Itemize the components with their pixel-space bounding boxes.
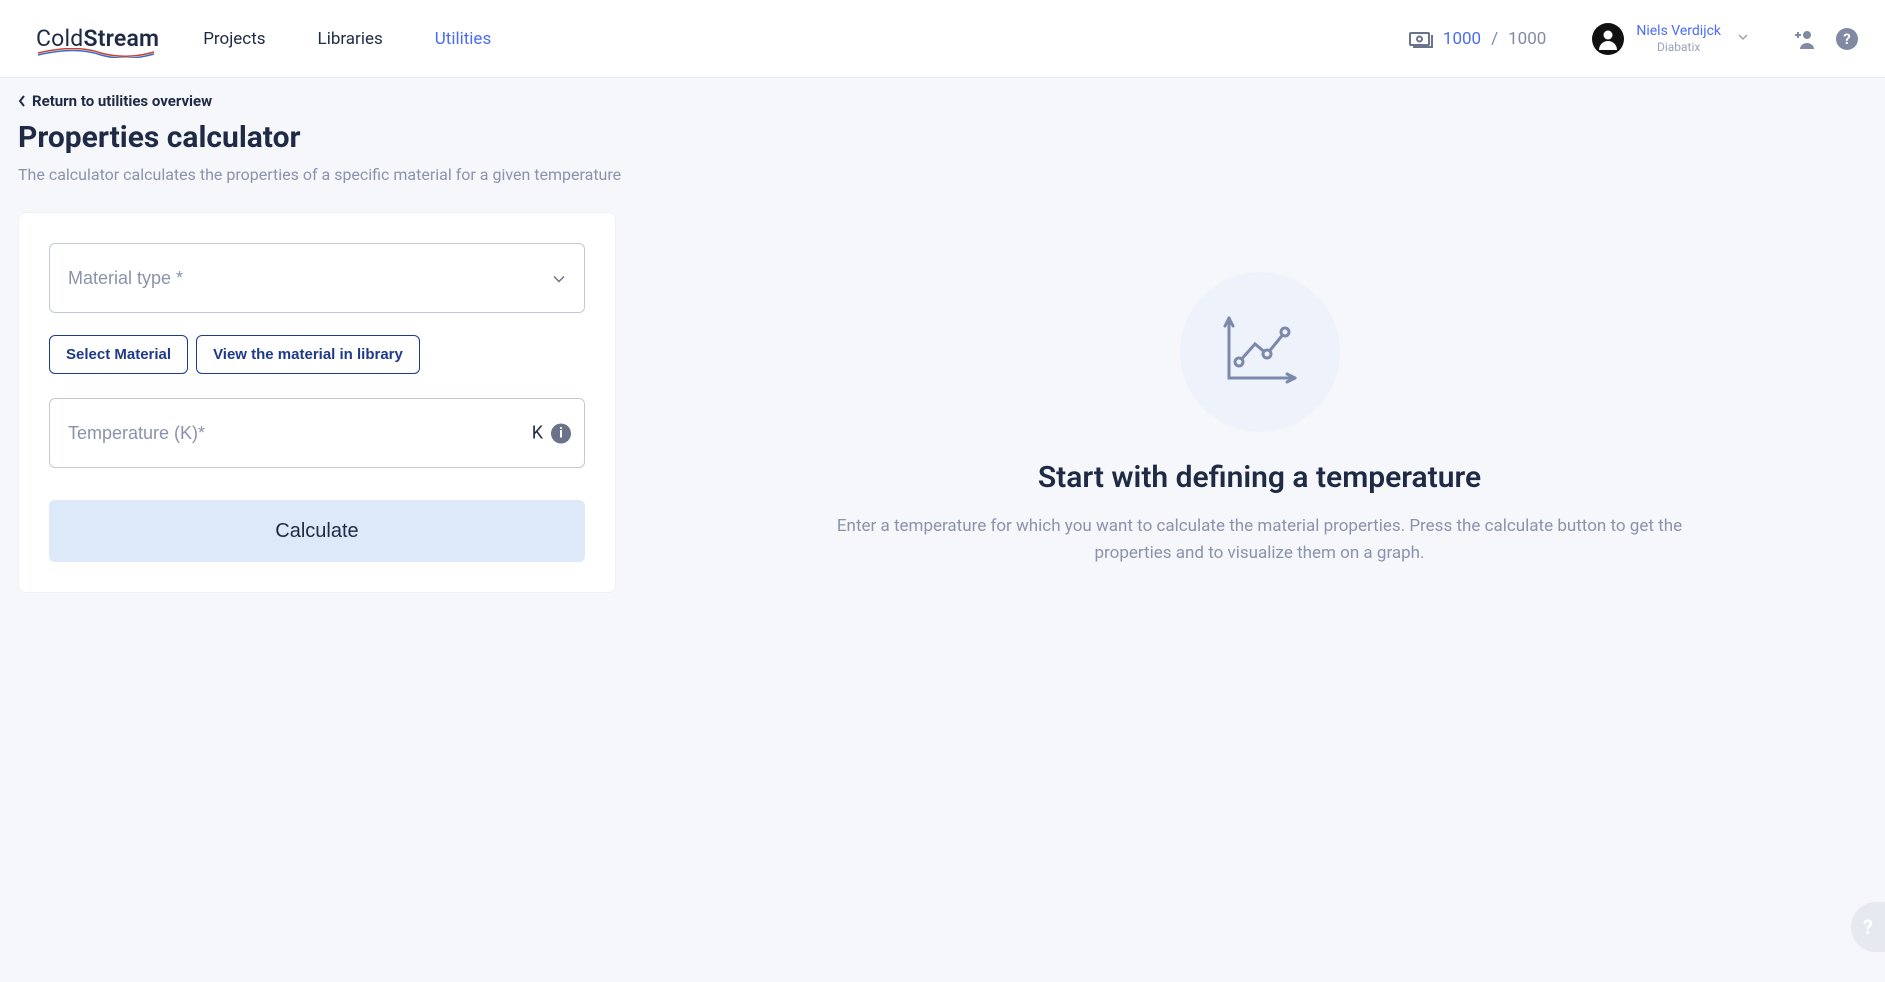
credits-icon (1409, 30, 1433, 48)
user-info: Niels Verdijck Diabatix (1636, 23, 1721, 54)
page-title: Properties calculator (18, 120, 628, 155)
main-nav: Projects Libraries Utilities (203, 29, 491, 49)
back-link-label: Return to utilities overview (32, 92, 212, 110)
view-material-button[interactable]: View the material in library (196, 335, 420, 374)
chevron-left-icon (18, 95, 26, 107)
info-icon[interactable]: i (551, 423, 571, 443)
topbar: ColdStream Projects Libraries Utilities … (0, 0, 1885, 78)
logo[interactable]: ColdStream (36, 25, 159, 52)
chevron-down-icon (1737, 31, 1749, 47)
help-icon: ? (1835, 27, 1859, 51)
material-buttons-row: Select Material View the material in lib… (49, 335, 585, 374)
placeholder-title: Start with defining a temperature (830, 460, 1690, 495)
floating-help-button[interactable]: ? (1851, 902, 1885, 952)
credits-sep: / (1491, 29, 1498, 49)
select-material-button[interactable]: Select Material (49, 335, 188, 374)
avatar (1592, 23, 1624, 55)
nav-projects[interactable]: Projects (203, 29, 265, 49)
left-column: Return to utilities overview Properties … (18, 92, 628, 593)
placeholder-panel: Start with defining a temperature Enter … (830, 272, 1690, 567)
material-type-field: Material type * (49, 243, 585, 313)
help-glyph: ? (1863, 915, 1873, 939)
calculate-button[interactable]: Calculate (49, 500, 585, 562)
right-column: Start with defining a temperature Enter … (652, 92, 1867, 593)
page-body: Return to utilities overview Properties … (0, 78, 1885, 607)
placeholder-desc: Enter a temperature for which you want t… (830, 513, 1690, 567)
chart-icon (1215, 312, 1305, 392)
user-org: Diabatix (1636, 40, 1721, 54)
nav-libraries[interactable]: Libraries (318, 29, 383, 49)
temperature-input[interactable] (49, 398, 585, 468)
credits-max: 1000 (1508, 29, 1546, 49)
user-menu[interactable]: Niels Verdijck Diabatix (1592, 23, 1749, 55)
user-name: Niels Verdijck (1636, 23, 1721, 40)
credits-current: 1000 (1443, 29, 1481, 49)
temperature-field: K i (49, 398, 585, 468)
person-icon (1597, 28, 1619, 50)
material-type-select[interactable]: Material type * (49, 243, 585, 313)
placeholder-icon-circle (1180, 272, 1340, 432)
calculator-card: Material type * Select Material View the… (18, 212, 616, 593)
group-add-icon (1792, 28, 1818, 50)
help-button[interactable]: ? (1833, 25, 1861, 53)
svg-text:?: ? (1843, 30, 1850, 48)
invite-users-button[interactable] (1791, 25, 1819, 53)
back-link[interactable]: Return to utilities overview (18, 92, 212, 110)
page-description: The calculator calculates the properties… (18, 165, 628, 184)
nav-utilities[interactable]: Utilities (435, 29, 491, 49)
credits[interactable]: 1000 / 1000 (1409, 29, 1546, 49)
logo-swoosh-icon (36, 48, 156, 58)
